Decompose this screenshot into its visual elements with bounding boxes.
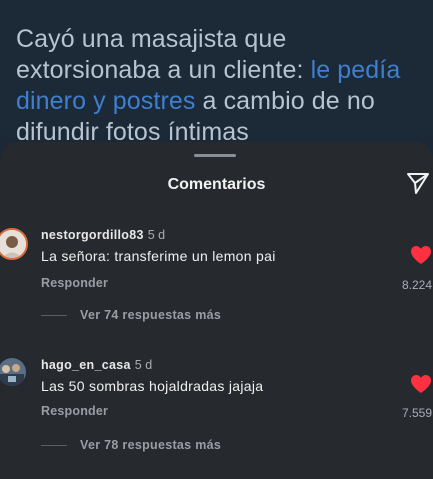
username-text[interactable]: hago_en_casa [41, 358, 131, 372]
view-more-replies[interactable]: Ver 74 respuestas más [41, 308, 221, 322]
like-count: 8.224 [402, 278, 433, 292]
replies-divider [41, 314, 67, 316]
avatar[interactable] [0, 228, 28, 260]
reply-button[interactable]: Responder [41, 404, 108, 418]
reply-button[interactable]: Responder [41, 276, 108, 290]
avatar-image [0, 230, 26, 258]
post-headline: Cayó una masajista que extorsionaba a un… [16, 24, 433, 148]
paper-plane-icon[interactable] [405, 170, 431, 196]
like-count: 7.559 [402, 406, 433, 420]
view-more-replies-label[interactable]: Ver 74 respuestas más [80, 308, 221, 322]
comments-sheet: Comentarios nestorgordillo83 5 d La señor… [0, 142, 433, 479]
comment-username[interactable]: nestorgordillo83 5 d [41, 228, 165, 242]
avatar[interactable] [0, 358, 26, 386]
heart-icon[interactable] [410, 374, 432, 394]
comment-time: 5 d [147, 228, 166, 242]
sheet-title: Comentarios [167, 176, 266, 193]
comment-text: La señora: transferime un lemon pai [41, 248, 276, 264]
view-more-replies-label[interactable]: Ver 78 respuestas más [80, 438, 221, 452]
comment-username[interactable]: hago_en_casa 5 d [41, 358, 152, 372]
heart-icon[interactable] [410, 245, 432, 265]
comment-time: 5 d [134, 358, 153, 372]
username-text[interactable]: nestorgordillo83 [41, 228, 144, 242]
headline-text-start: Cayó una masajista que extorsionaba a un… [16, 25, 311, 84]
replies-divider [41, 444, 67, 446]
sheet-drag-handle[interactable] [194, 154, 236, 157]
view-more-replies[interactable]: Ver 78 respuestas más [41, 438, 221, 452]
avatar-image [0, 358, 26, 386]
comment-text: Las 50 sombras hojaldradas jajaja [41, 378, 264, 394]
